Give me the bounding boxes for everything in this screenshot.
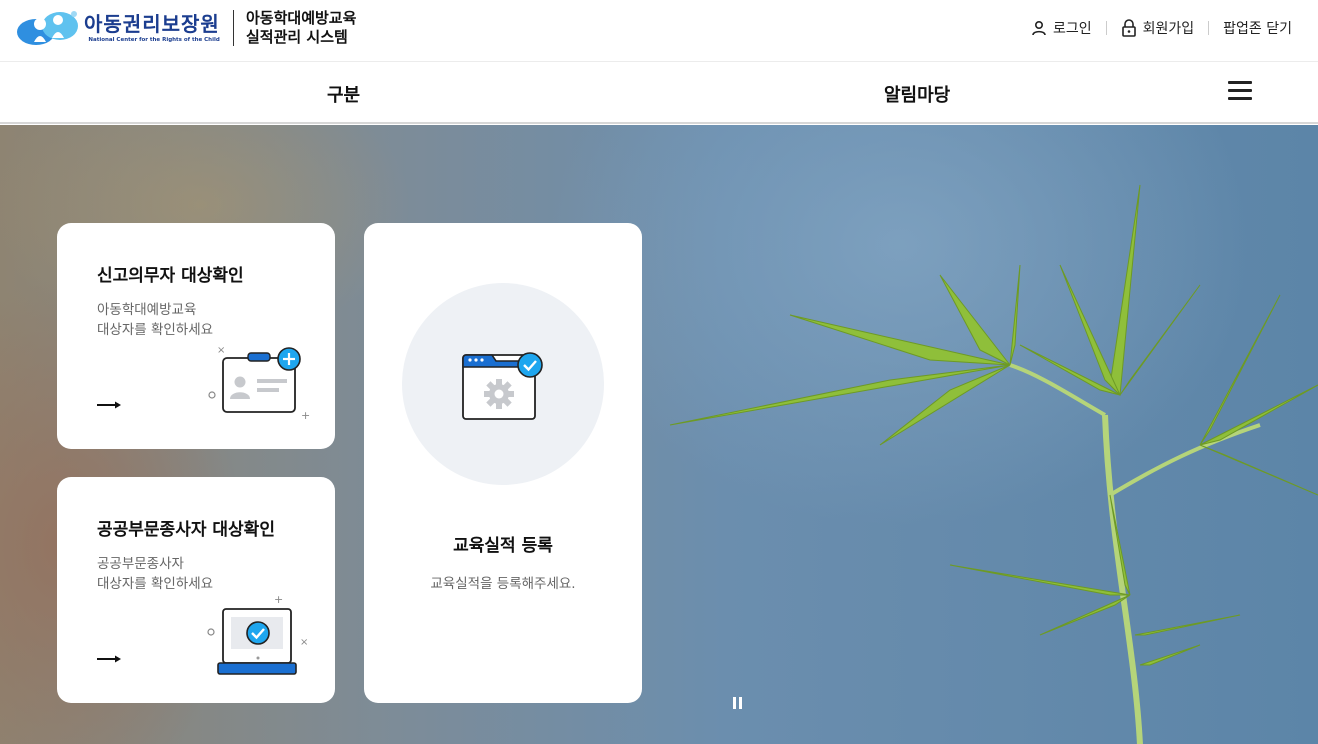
reporter-card-desc-line1: 아동학대예방교육	[97, 302, 197, 318]
close-popup-zone-button[interactable]: 팝업존 닫기	[1223, 18, 1292, 38]
nav-item-category[interactable]: 구분	[327, 81, 360, 107]
public-card-title: 공공부문종사자 대상확인	[97, 520, 275, 540]
arrow-right-icon	[97, 401, 121, 409]
browser-gear-icon	[462, 352, 543, 420]
logo-korean-text: 아동권리보장원	[84, 12, 220, 36]
education-register-card[interactable]: 교육실적 등록 교육실적을 등록해주세요.	[364, 223, 642, 703]
signup-label: 회원가입	[1142, 21, 1195, 37]
logo-mark-icon	[16, 8, 80, 48]
login-link[interactable]: 로그인	[1031, 18, 1092, 38]
svg-text:×: ×	[217, 345, 225, 356]
system-title-line2: 실적관리 시스템	[246, 28, 348, 46]
laptop-check-icon: + ×	[207, 593, 308, 675]
util-separator	[1105, 21, 1107, 35]
register-card-desc: 교육실적을 등록해주세요.	[430, 576, 576, 592]
utility-menu: 로그인 회원가입 팝업존 닫기	[1031, 18, 1292, 38]
public-sector-check-card[interactable]: 공공부문종사자 대상확인 공공부문종사자 대상자를 확인하세요 + ×	[57, 477, 335, 703]
arrow-right-icon	[97, 655, 121, 663]
public-card-desc-line2: 대상자를 확인하세요	[97, 576, 214, 592]
id-card-icon: × +	[208, 345, 310, 421]
system-title-line1: 아동학대예방교육	[246, 9, 357, 27]
public-card-desc-line1: 공공부문종사자	[97, 556, 184, 572]
site-header: 아동권리보장원 National Center for the Rights o…	[0, 0, 1318, 62]
logo[interactable]: 아동권리보장원 National Center for the Rights o…	[16, 8, 220, 48]
register-card-title: 교육실적 등록	[453, 536, 553, 556]
svg-text:+: +	[301, 409, 310, 421]
svg-text:+: +	[274, 593, 283, 606]
person-icon	[1032, 20, 1046, 36]
util-separator	[1208, 21, 1210, 35]
reporter-card-desc: 아동학대예방교육 대상자를 확인하세요	[97, 300, 213, 340]
reporter-card-title: 신고의무자 대상확인	[97, 266, 244, 286]
nav-item-notice[interactable]: 알림마당	[884, 81, 950, 107]
pause-icon[interactable]	[733, 697, 745, 711]
system-title: 아동학대예방교육 실적관리 시스템	[246, 9, 356, 47]
public-card-desc: 공공부문종사자 대상자를 확인하세요	[97, 554, 213, 594]
plant-background-image	[669, 184, 1318, 744]
reporter-check-card[interactable]: 신고의무자 대상확인 아동학대예방교육 대상자를 확인하세요 × +	[57, 223, 335, 449]
signup-link[interactable]: 회원가입	[1121, 18, 1195, 38]
login-label: 로그인	[1052, 21, 1092, 37]
close-popup-zone-label: 팝업존 닫기	[1223, 21, 1292, 37]
lock-icon	[1121, 19, 1136, 37]
svg-text:×: ×	[300, 637, 308, 648]
hamburger-icon[interactable]	[1228, 81, 1252, 101]
logo-divider	[233, 10, 234, 46]
hero-visual: 신고의무자 대상확인 아동학대예방교육 대상자를 확인하세요 × + 공공부문종…	[0, 125, 1318, 744]
logo-english-text: National Center for the Rights of the Ch…	[88, 37, 220, 43]
reporter-card-desc-line2: 대상자를 확인하세요	[97, 322, 214, 338]
global-navigation: 구분 알림마당	[0, 62, 1318, 124]
